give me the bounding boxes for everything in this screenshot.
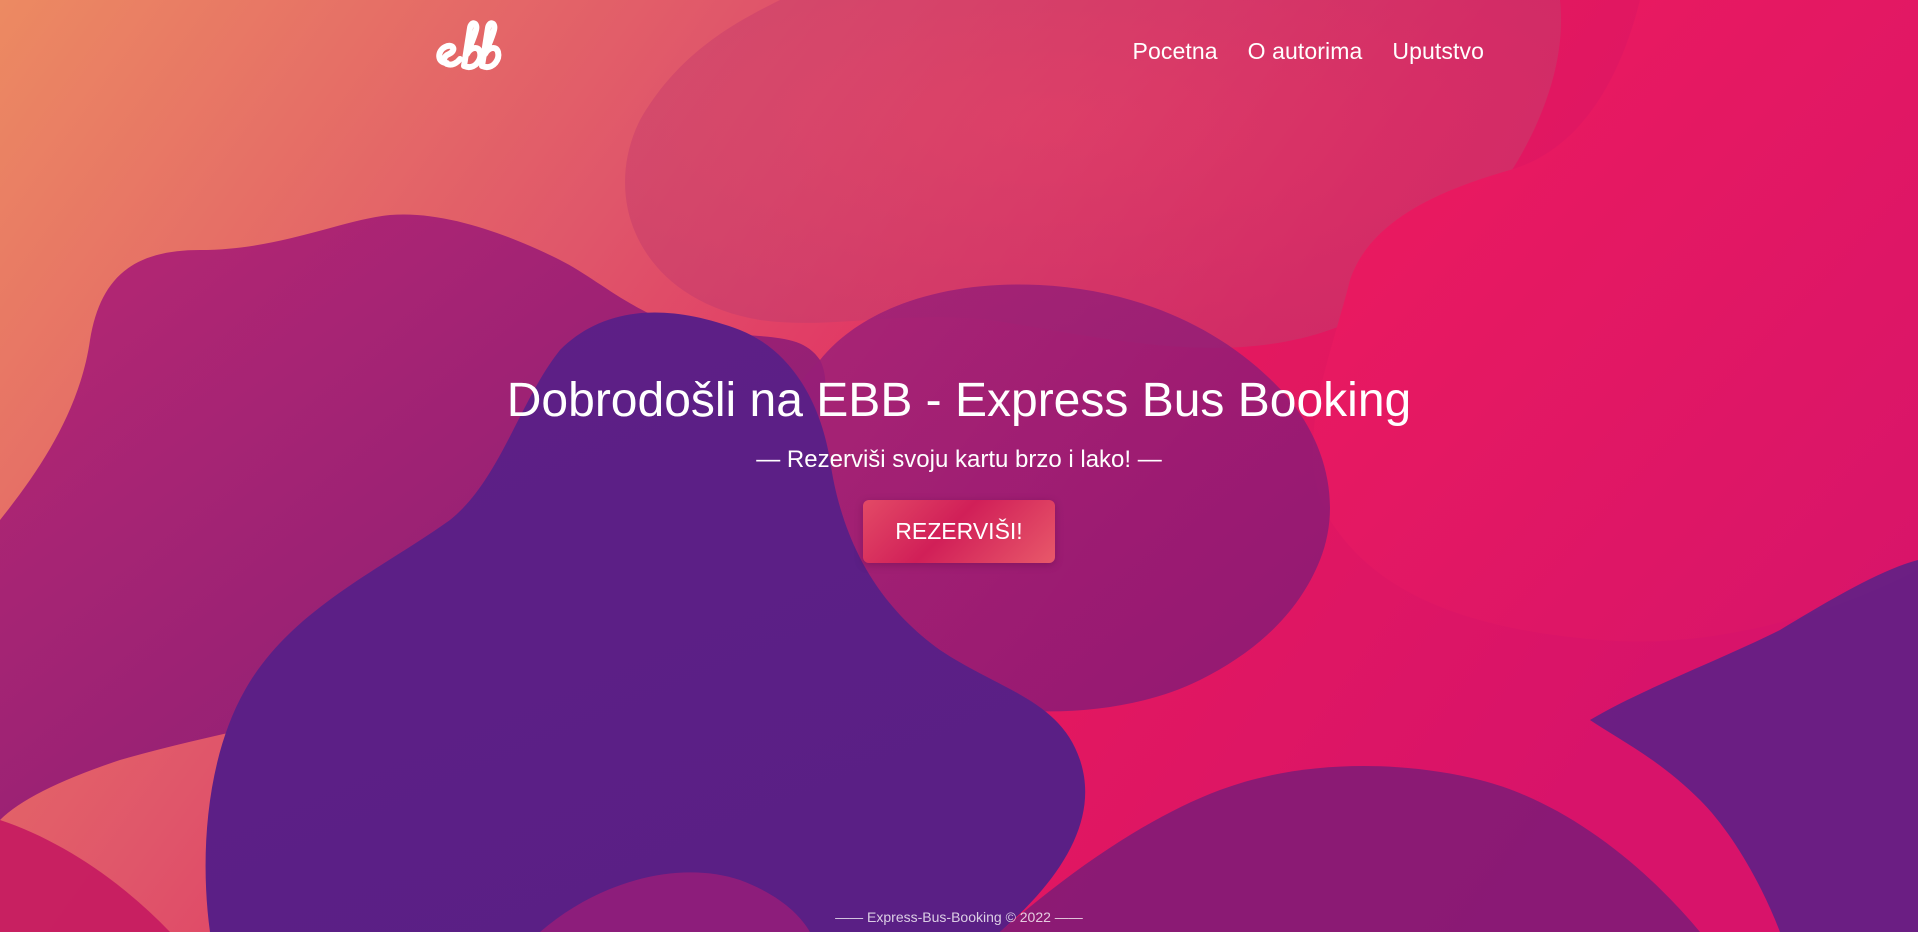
top-navigation-bar: Pocetna O autorima Uputstvo	[0, 0, 1918, 105]
ebb-logo-icon	[436, 20, 502, 71]
hero-subtitle: — Rezerviši svoju kartu brzo i lako! —	[756, 446, 1162, 473]
footer-copyright: —— Express-Bus-Booking © 2022 ——	[835, 909, 1083, 925]
hero-section: Dobrodošli na EBB - Express Bus Booking …	[0, 370, 1918, 563]
hero-title: Dobrodošli na EBB - Express Bus Booking	[506, 374, 1412, 427]
ebb-logo[interactable]	[433, 16, 503, 84]
nav-link-o-autorima[interactable]: O autorima	[1248, 38, 1363, 65]
nav-link-uputstvo[interactable]: Uputstvo	[1392, 38, 1484, 65]
reserve-button[interactable]: REZERVIŠI!	[863, 500, 1055, 563]
footer: —— Express-Bus-Booking © 2022 ——	[0, 909, 1918, 925]
main-nav: Pocetna O autorima Uputstvo	[1133, 38, 1484, 65]
nav-link-pocetna[interactable]: Pocetna	[1133, 38, 1218, 65]
